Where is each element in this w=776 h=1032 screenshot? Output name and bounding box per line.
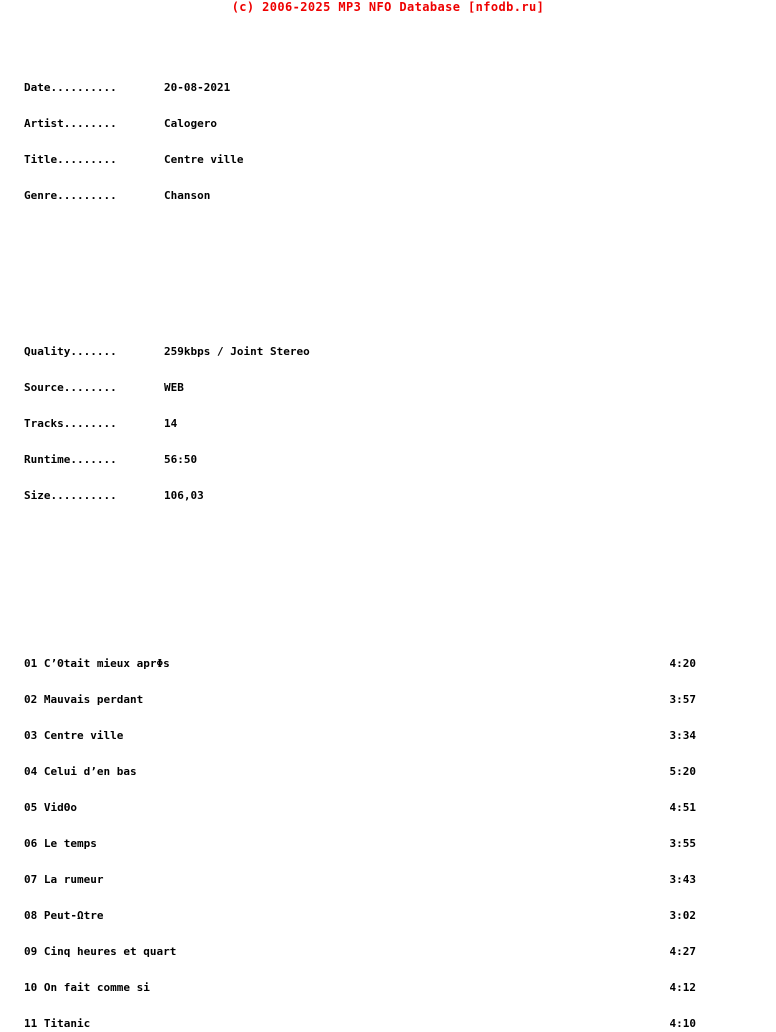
metadata-label-size: Size.......... xyxy=(24,489,117,502)
metadata-label-tracks: Tracks........ xyxy=(24,417,117,430)
track-duration: 4:10 xyxy=(669,1017,697,1030)
track-title: Mauvais perdant xyxy=(43,693,144,706)
metadata-row-quality: Quality....... 259kbps / Joint Stereo xyxy=(24,346,752,358)
track-title: Cinq heures et quart xyxy=(43,945,177,958)
tracklist-top-spacer xyxy=(24,562,752,598)
metadata-value-source: WEB xyxy=(164,381,184,394)
metadata-row-tracks: Tracks........ 14 xyxy=(24,418,752,430)
metadata-label-quality: Quality....... xyxy=(24,345,117,358)
track-duration: 3:02 xyxy=(669,909,697,922)
track-row: 03 Centre ville 3:34 xyxy=(24,730,752,742)
track-number: 10 xyxy=(24,981,38,994)
track-row: 11 Titanic 4:10 xyxy=(24,1018,752,1030)
track-title: La rumeur xyxy=(43,873,104,886)
track-row: 08 Peut-Ωtre 3:02 xyxy=(24,910,752,922)
track-row: 01 C’Θtait mieux aprΦs 4:20 xyxy=(24,658,752,670)
track-row: 06 Le temps 3:55 xyxy=(24,838,752,850)
metadata-gap-spacer xyxy=(24,262,752,286)
track-duration: 5:20 xyxy=(669,765,697,778)
metadata-label-title: Title......... xyxy=(24,153,117,166)
track-title: VidΘo xyxy=(43,801,77,814)
track-number: 05 xyxy=(24,801,38,814)
release-metadata-block: Date.......... 20-08-2021 Artist........ C… xyxy=(24,58,752,226)
track-title: On fait comme si xyxy=(43,981,150,994)
metadata-row-size: Size.......... 106,03 xyxy=(24,490,752,502)
track-number: 07 xyxy=(24,873,38,886)
metadata-row-title: Title......... Centre ville xyxy=(24,154,752,166)
metadata-label-genre: Genre......... xyxy=(24,189,117,202)
track-row: 02 Mauvais perdant 3:57 xyxy=(24,694,752,706)
metadata-row-runtime: Runtime....... 56:50 xyxy=(24,454,752,466)
track-row: 04 Celui d’en bas 5:20 xyxy=(24,766,752,778)
track-duration: 4:27 xyxy=(669,945,697,958)
metadata-row-date: Date.......... 20-08-2021 xyxy=(24,82,752,94)
track-row: 07 La rumeur 3:43 xyxy=(24,874,752,886)
nfo-database-copyright-header: (c) 2006-2025 MP3 NFO Database [nfodb.ru… xyxy=(231,0,545,14)
metadata-value-tracks: 14 xyxy=(164,417,178,430)
track-row: 10 On fait comme si 4:12 xyxy=(24,982,752,994)
track-number: 03 xyxy=(24,729,38,742)
metadata-value-quality: 259kbps / Joint Stereo xyxy=(164,345,310,358)
track-number: 06 xyxy=(24,837,38,850)
track-duration: 3:55 xyxy=(669,837,697,850)
track-number: 08 xyxy=(24,909,38,922)
track-row: 09 Cinq heures et quart 4:27 xyxy=(24,946,752,958)
metadata-label-runtime: Runtime....... xyxy=(24,453,117,466)
track-duration: 3:43 xyxy=(669,873,697,886)
track-number: 04 xyxy=(24,765,38,778)
track-duration: 4:51 xyxy=(669,801,697,814)
metadata-label-source: Source........ xyxy=(24,381,117,394)
metadata-value-title: Centre ville xyxy=(164,153,244,166)
metadata-value-artist: Calogero xyxy=(164,117,217,130)
track-title: Centre ville xyxy=(43,729,124,742)
technical-metadata-block: Quality....... 259kbps / Joint Stereo Sou… xyxy=(24,322,752,526)
track-duration: 4:20 xyxy=(669,657,697,670)
track-row: 05 VidΘo 4:51 xyxy=(24,802,752,814)
track-number: 02 xyxy=(24,693,38,706)
track-title: Titanic xyxy=(43,1017,91,1030)
nfo-text-body: Date.......... 20-08-2021 Artist........ C… xyxy=(24,22,752,1032)
metadata-row-artist: Artist........ Calogero xyxy=(24,118,752,130)
metadata-value-date: 20-08-2021 xyxy=(164,81,231,94)
track-title: Celui d’en bas xyxy=(43,765,137,778)
tracklist: 01 C’Θtait mieux aprΦs 4:20 02 Mauvais pe… xyxy=(24,634,752,1032)
track-title: Peut-Ωtre xyxy=(43,909,104,922)
track-number: 09 xyxy=(24,945,38,958)
metadata-row-source: Source........ WEB xyxy=(24,382,752,394)
metadata-value-genre: Chanson xyxy=(164,189,211,202)
metadata-value-size: 106,03 xyxy=(164,489,204,502)
track-duration: 4:12 xyxy=(669,981,697,994)
track-duration: 3:57 xyxy=(669,693,697,706)
metadata-label-date: Date.......... xyxy=(24,81,117,94)
track-title: C’Θtait mieux aprΦs xyxy=(43,657,170,670)
track-number: 01 xyxy=(24,657,38,670)
metadata-label-artist: Artist........ xyxy=(24,117,117,130)
track-title: Le temps xyxy=(43,837,97,850)
track-number: 11 xyxy=(24,1017,38,1030)
metadata-row-genre: Genre......... Chanson xyxy=(24,190,752,202)
metadata-value-runtime: 56:50 xyxy=(164,453,198,466)
track-duration: 3:34 xyxy=(669,729,697,742)
